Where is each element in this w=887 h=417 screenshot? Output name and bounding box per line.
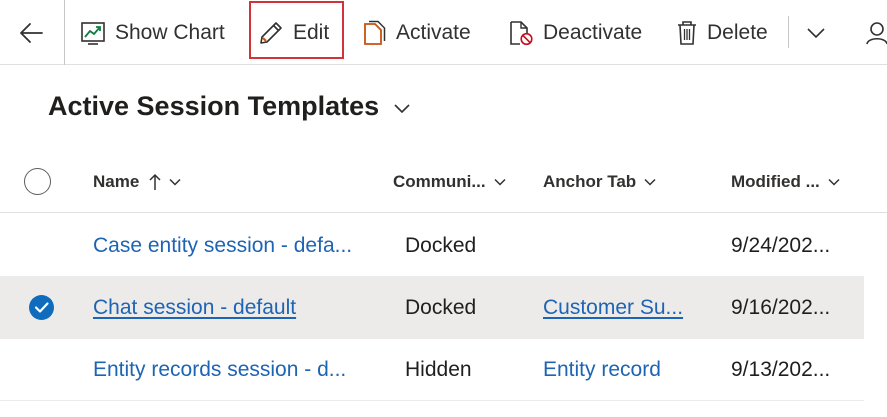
row-communication: Docked: [405, 234, 477, 257]
toolbar-divider: [64, 0, 65, 65]
row-communication: Docked: [405, 296, 477, 319]
chevron-down-icon: [807, 27, 825, 38]
deactivate-label: Deactivate: [543, 20, 643, 44]
column-header-communication[interactable]: Communi...: [393, 152, 506, 212]
page-title: Active Session Templates: [48, 90, 380, 121]
view-selector[interactable]: Active Session Templates: [48, 86, 411, 126]
delete-button[interactable]: Delete: [676, 0, 768, 65]
row-anchor-tab-link[interactable]: Customer Su...: [543, 277, 683, 339]
document-icon: [364, 20, 386, 45]
trash-icon: [678, 20, 696, 45]
row-name-text: Entity records session - d...: [93, 358, 347, 381]
row-modified: 9/16/202...: [731, 296, 831, 319]
row-name-link[interactable]: Case entity session - defa...: [93, 215, 352, 277]
back-button[interactable]: [18, 0, 44, 65]
table-row[interactable]: Case entity session - defa... Docked 9/2…: [0, 215, 864, 277]
row-modified: 9/24/202...: [731, 234, 831, 257]
select-all-checkbox[interactable]: [24, 168, 51, 195]
document-blocked-icon: [510, 20, 533, 45]
checkmark-icon: [34, 302, 49, 313]
command-bar: Show Chart Edit Activate Deactivate Dele…: [0, 0, 887, 65]
activate-label: Activate: [396, 20, 471, 44]
row-name-link[interactable]: Chat session - default: [93, 277, 296, 339]
table-row[interactable]: Entity records session - d... Hidden Ent…: [0, 339, 864, 401]
chevron-down-icon: [644, 178, 656, 186]
toolbar-divider: [788, 16, 789, 48]
row-select-checkbox[interactable]: [29, 295, 54, 320]
chevron-down-icon: [494, 178, 506, 186]
column-header-name[interactable]: Name: [93, 152, 181, 212]
back-arrow-icon: [20, 22, 43, 43]
row-name-text: Chat session - default: [93, 296, 297, 319]
column-header-anchor-tab[interactable]: Anchor Tab: [543, 152, 656, 212]
row-anchor-tab-link[interactable]: Entity record: [543, 339, 661, 401]
chevron-down-icon: [394, 103, 410, 113]
person-icon: [866, 21, 887, 44]
column-header-label: Name: [93, 172, 140, 191]
column-header-label: Communi...: [393, 172, 486, 191]
deactivate-button[interactable]: Deactivate: [508, 0, 642, 65]
table-row-selected[interactable]: Chat session - default Docked Customer S…: [0, 277, 864, 339]
row-name-link[interactable]: Entity records session - d...: [93, 339, 346, 401]
edit-label: Edit: [293, 20, 330, 44]
pencil-icon: [260, 21, 282, 44]
chart-icon: [81, 21, 105, 45]
column-header-label: Modified ...: [731, 172, 820, 191]
edit-button[interactable]: Edit: [258, 0, 329, 65]
user-button[interactable]: [865, 0, 887, 65]
header-divider: [0, 212, 887, 213]
row-modified: 9/13/202...: [731, 358, 831, 381]
column-header-modified[interactable]: Modified ...: [731, 152, 840, 212]
row-name-text: Case entity session - defa...: [93, 234, 353, 257]
sort-ascending-icon: [149, 173, 161, 190]
chevron-down-icon: [828, 178, 840, 186]
show-chart-label: Show Chart: [115, 20, 225, 44]
more-commands-button[interactable]: [806, 0, 826, 65]
show-chart-button[interactable]: Show Chart: [80, 0, 225, 65]
chevron-down-icon: [169, 178, 181, 186]
activate-button[interactable]: Activate: [363, 0, 471, 65]
column-header-label: Anchor Tab: [543, 172, 637, 191]
delete-label: Delete: [707, 20, 768, 44]
row-communication: Hidden: [405, 358, 472, 381]
